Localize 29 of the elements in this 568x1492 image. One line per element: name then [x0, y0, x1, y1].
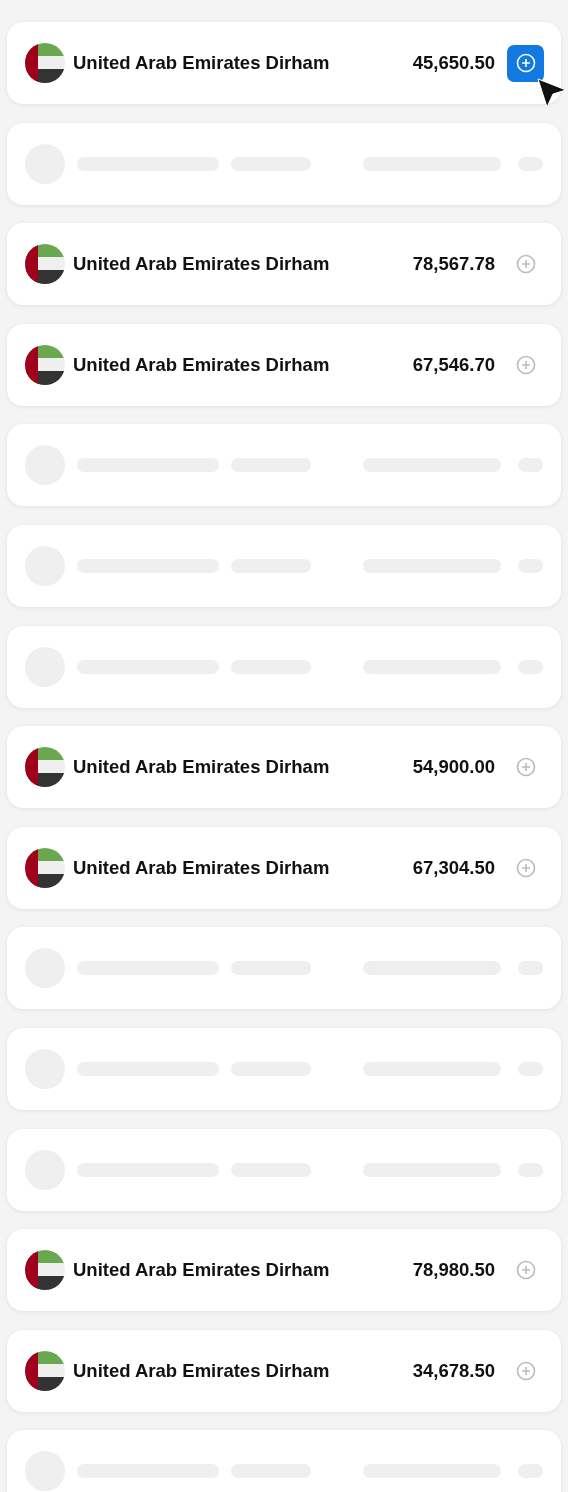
- flag-icon: [25, 847, 65, 888]
- currency-name: United Arab Emirates Dirham: [73, 52, 330, 74]
- flag-icon: [25, 344, 65, 385]
- add-button[interactable]: [507, 44, 544, 82]
- currency-amount: 67,546.70: [412, 353, 495, 376]
- flag-icon: [25, 1350, 65, 1391]
- currency-name: United Arab Emirates Dirham: [73, 1359, 330, 1382]
- currency-name: United Arab Emirates Dirham: [73, 253, 330, 276]
- currency-name: United Arab Emirates Dirham: [73, 856, 330, 879]
- currency-amount: 34,678.50: [412, 1359, 495, 1382]
- currency-amount: 78,567.78: [412, 253, 495, 276]
- flag-icon: [25, 1250, 65, 1291]
- currency-amount: 67,304.50: [412, 856, 495, 879]
- currency-amount: 45,650.50: [412, 52, 495, 74]
- plus-circle-icon: [515, 857, 536, 878]
- currency-name: United Arab Emirates Dirham: [73, 353, 330, 376]
- currency-name: United Arab Emirates Dirham: [73, 756, 330, 779]
- plus-circle-icon: [515, 254, 536, 275]
- currency-amount: 54,900.00: [412, 756, 495, 779]
- plus-circle-icon: [515, 1260, 536, 1281]
- plus-circle-icon: [515, 1360, 536, 1381]
- flag-icon: [25, 244, 65, 285]
- plus-circle-icon: [515, 354, 536, 375]
- flag-icon: [25, 43, 65, 83]
- currency-amount: 78,980.50: [412, 1259, 495, 1282]
- currency-name: United Arab Emirates Dirham: [73, 1259, 330, 1282]
- plus-circle-icon: [515, 53, 536, 73]
- flag-icon: [25, 747, 65, 788]
- plus-circle-icon: [515, 757, 536, 778]
